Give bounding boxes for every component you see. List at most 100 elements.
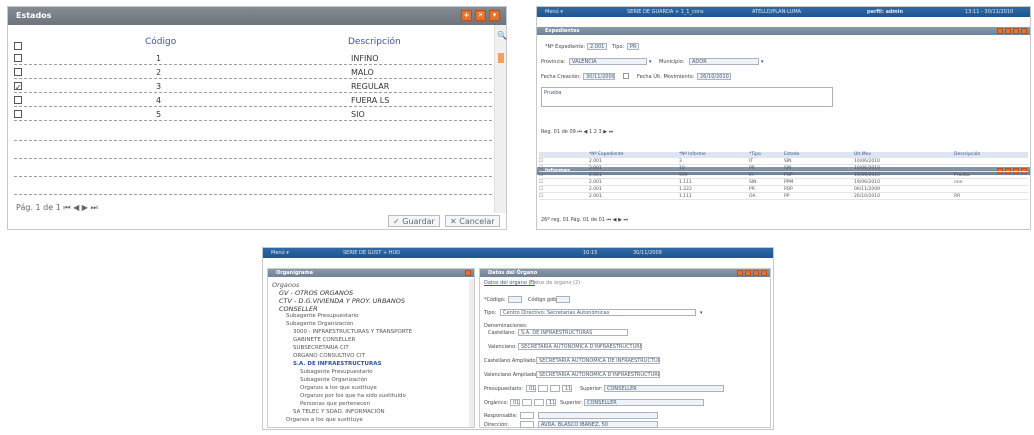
codigo-field[interactable] xyxy=(508,296,522,303)
tree-node[interactable]: S.A. DE INFRAESTRUCTURAS xyxy=(293,361,381,367)
search-icon[interactable] xyxy=(1021,28,1027,34)
organico-field-1[interactable]: 01 xyxy=(510,399,520,406)
new-icon[interactable] xyxy=(737,270,743,276)
organico-field-3[interactable] xyxy=(534,399,544,406)
tree-node[interactable]: Subagente Organización xyxy=(300,377,368,383)
tree-node[interactable]: ORGANO CONSULTIVO CIT xyxy=(293,353,365,359)
scroll-thumb[interactable] xyxy=(498,53,504,63)
new-icon[interactable] xyxy=(997,28,1003,34)
superior-field-2[interactable]: CONSELLER xyxy=(584,399,704,406)
superior-field[interactable]: CONSELLER xyxy=(604,385,724,392)
delete-icon[interactable] xyxy=(1013,28,1019,34)
column-desc-header[interactable]: Descripción xyxy=(348,37,401,47)
responsable-name-field[interactable] xyxy=(538,412,658,419)
chevron-down-icon[interactable]: ▾ xyxy=(700,310,703,316)
row-checkbox[interactable] xyxy=(14,54,22,62)
collapse-icon[interactable] xyxy=(465,270,471,276)
presupuestario-field-1[interactable]: 01 xyxy=(526,385,536,392)
new-record-icon[interactable]: + xyxy=(461,10,472,21)
table-row[interactable]: ☐ 2.001 3 IT SIN 10/06/2010 xyxy=(539,159,1028,165)
tree-node[interactable]: Subagente Presupuestario xyxy=(286,313,359,319)
col-header[interactable]: Últ.Mov xyxy=(854,152,871,157)
save-button[interactable]: ✓ Guardar xyxy=(388,215,440,227)
table-row[interactable]: ☐ 2.001 1.111 OA PP 26/10/2010 RR xyxy=(539,194,1028,200)
observaciones-textarea[interactable]: Prueba xyxy=(541,87,833,107)
pager-top[interactable]: Reg. 01 de 09 ⏮ ◀ 1 2 3 ▶ ⏭ xyxy=(541,129,613,135)
select-all-checkbox[interactable] xyxy=(14,42,22,50)
tree-node[interactable]: CTV - D.G.VIVIENDA Y PROY. URBANOS xyxy=(279,297,405,305)
search-icon[interactable]: 🔍 xyxy=(497,31,507,40)
row-checkbox[interactable]: ☐ xyxy=(539,187,543,192)
tree-node[interactable]: Organos a los que sustituye xyxy=(286,417,363,423)
direccion-code-field[interactable] xyxy=(520,421,534,428)
tab-datos-organo-2[interactable]: Datos de órgano (2) xyxy=(530,280,580,286)
cast-ampliado-field[interactable]: SECRETARIA AUTONÓMICA DE INFRAESTRUCTURA… xyxy=(536,357,660,364)
chevron-down-icon[interactable]: ▾ xyxy=(761,59,764,65)
delete-icon[interactable]: ✕ xyxy=(475,10,486,21)
col-header[interactable]: *Nº Informe xyxy=(679,152,706,157)
presupuestario-field-2[interactable] xyxy=(538,385,548,392)
save-icon[interactable] xyxy=(745,270,751,276)
row-checkbox[interactable]: ☐ xyxy=(539,159,543,164)
calendar-icon[interactable] xyxy=(623,73,629,79)
num-exp-field[interactable]: 2.001 xyxy=(587,43,607,50)
table-row[interactable]: 2 MALO xyxy=(14,67,492,79)
row-checkbox[interactable] xyxy=(14,68,22,76)
tree-node[interactable]: SUBSECRETARIA CIT xyxy=(293,345,349,351)
row-checkbox[interactable]: ☐ xyxy=(539,173,543,178)
table-row[interactable]: 5 SIO xyxy=(14,109,492,121)
organico-field-2[interactable] xyxy=(522,399,532,406)
row-checkbox[interactable] xyxy=(14,96,22,104)
row-checkbox[interactable]: ✓ xyxy=(14,82,22,92)
codigo-gob-field[interactable] xyxy=(556,296,570,303)
row-checkbox[interactable]: ☐ xyxy=(539,166,543,171)
tree-node[interactable]: SA TELEC Y SDAD. INFORMACIÓN xyxy=(293,409,385,415)
direccion-field[interactable]: AVDA. BLASCO IBAÑEZ, 50 xyxy=(538,421,658,428)
tree-node[interactable]: 3000 - INFRAESTRUCTURAS Y TRANSPORTE xyxy=(293,329,412,335)
delete-icon[interactable] xyxy=(753,270,759,276)
provincia-select[interactable]: VALENCIA xyxy=(569,58,647,65)
valenciano-field[interactable]: SECRETARIA AUTONÓMICA D'INFRAESTRUCTURES xyxy=(518,343,642,350)
search-icon[interactable] xyxy=(761,270,767,276)
col-header[interactable]: *Nº Expediente xyxy=(589,152,624,157)
fecha-ult-field[interactable]: 26/10/2010 xyxy=(697,73,731,80)
row-checkbox[interactable]: ☐ xyxy=(539,180,543,185)
responsable-field[interactable] xyxy=(520,412,534,419)
val-ampliado-field[interactable]: SECRETARIA AUTONÓMICA D'INFRAESTRUCTURES xyxy=(536,371,660,378)
scrollbar[interactable] xyxy=(469,279,474,427)
cancel-button[interactable]: ✕ Cancelar xyxy=(445,215,500,227)
tree-node[interactable]: CONSELLER xyxy=(279,305,318,313)
pager[interactable]: Pág. 1 de 1 ⏮ ◀ ▶ ⏭ xyxy=(16,203,98,213)
tipo-field[interactable]: PR xyxy=(627,43,639,50)
tree-node[interactable]: GABINETE CONSELLER xyxy=(293,337,355,343)
table-row[interactable]: ☐ 2.001 10 PR SIN 10/06/2010 xyxy=(539,166,1028,172)
presupuestario-field-3[interactable] xyxy=(550,385,560,392)
tree-node[interactable]: Organos por los que ha sido sustituido xyxy=(300,393,406,399)
chevron-down-icon[interactable]: ▾ xyxy=(649,59,652,65)
tab-datos-organo[interactable]: Datos del órgano (*) xyxy=(484,280,535,286)
menu-button[interactable]: Menú ▾ xyxy=(545,9,563,15)
tree-node[interactable]: GV - OTROS ORGANOS xyxy=(279,289,353,297)
municipio-select[interactable]: ADOR xyxy=(689,58,759,65)
col-header[interactable]: Estado xyxy=(784,152,799,157)
presupuestario-field-4[interactable]: 11 xyxy=(562,385,572,392)
tipo-select[interactable]: Centro Directivo: Secretarías Autonómica… xyxy=(500,309,696,316)
pager-bottom[interactable]: 26º reg. 01 Pág. 01 de 01 ⏮ ◀ ▶ ⏭ xyxy=(541,217,628,223)
row-checkbox[interactable]: ☐ xyxy=(539,194,543,199)
column-code-header[interactable]: Código xyxy=(145,37,176,47)
table-row[interactable]: 1 INFINO xyxy=(14,53,492,65)
col-header[interactable]: *Tipo xyxy=(749,152,761,157)
col-header[interactable]: Descripción xyxy=(954,152,980,157)
tree-node[interactable]: Subagente Organización xyxy=(286,321,354,327)
tree-node[interactable]: Organos xyxy=(272,281,299,289)
table-row[interactable]: ☐ 2.001 1.222 PR PDP 06/11/2009 xyxy=(539,187,1028,193)
fecha-creacion-field[interactable]: 30/11/2009 xyxy=(583,73,615,80)
castellano-field[interactable]: S.A. DE INFRAESTRUCTURAS xyxy=(518,329,628,336)
tree-node[interactable]: Organos a los que sustituye xyxy=(300,385,377,391)
table-row[interactable]: 4 FUERA LS xyxy=(14,95,492,107)
table-row[interactable]: ☐ 2.001 1.111 SIN PPM 19/06/2010 nnn xyxy=(539,180,1028,186)
row-checkbox[interactable] xyxy=(14,110,22,118)
scrollbar[interactable]: 🔍 xyxy=(494,25,507,213)
tree-node[interactable]: Subagente Presupuestario xyxy=(300,369,373,375)
organico-field-4[interactable]: 11 xyxy=(546,399,556,406)
